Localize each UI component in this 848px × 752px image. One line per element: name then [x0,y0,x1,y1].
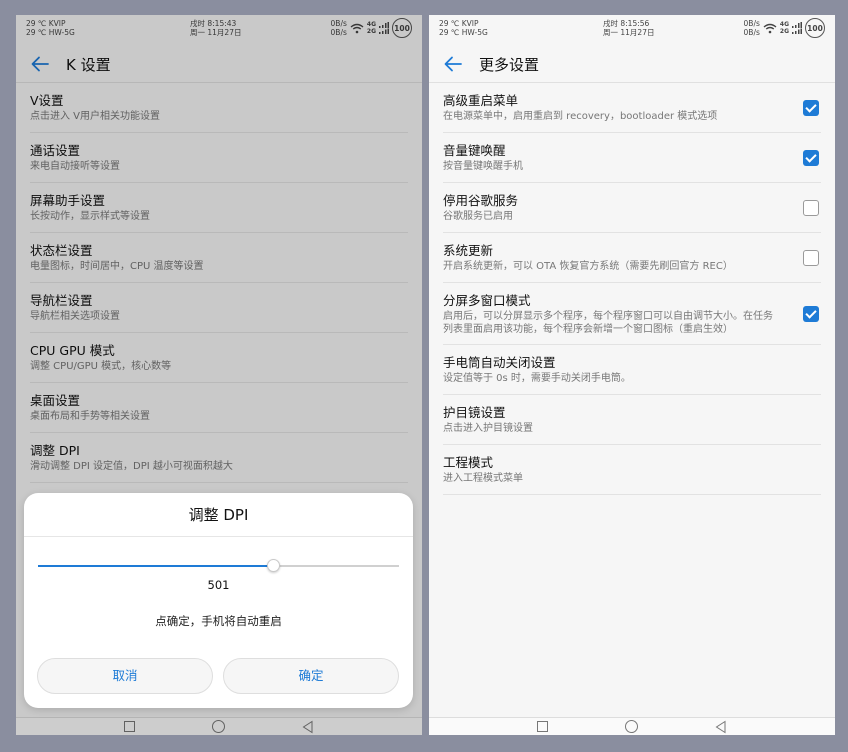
setting-disable-google[interactable]: 停用谷歌服务 谷歌服务已启用 [443,183,821,233]
dpi-value: 501 [207,578,230,592]
cancel-button[interactable]: 取消 [37,658,213,694]
setting-flashlight-autooff[interactable]: 手电筒自动关闭设置 设定值等于 0s 时，需要手动关闭手电筒。 [443,345,821,395]
net-speed-down: 0B/s [743,28,760,37]
net-speed-up: 0B/s [743,19,760,28]
nav-recents-icon[interactable] [537,721,548,732]
status-left: 29 ℃ KVIP 29 ℃ HW-5G [439,19,488,37]
signal-icon [792,22,802,34]
right-phone-screen: 29 ℃ KVIP 29 ℃ HW-5G 戌时 8:15:56 周一 11月27… [429,15,835,735]
item-title: 护目镜设置 [443,405,506,420]
status-time: 戌时 8:15:56 [603,19,650,28]
item-subtitle: 设定值等于 0s 时，需要手动关闭手电筒。 [443,373,631,384]
item-title: 分屏多窗口模式 [443,293,531,308]
item-subtitle: 点击进入护目镜设置 [443,423,533,434]
item-title: 停用谷歌服务 [443,193,519,208]
battery-icon: 100 [805,18,825,38]
setting-volume-wake[interactable]: 音量键唤醒 按音量键唤醒手机 [443,133,821,183]
dpi-dialog: 调整 DPI 501 点确定，手机将自动重启 取消 确定 [24,493,413,708]
status-date: 周一 11月27日 [603,28,655,37]
item-title: 高级重启菜单 [443,93,519,108]
item-title: 系统更新 [443,243,494,258]
checkbox-unchecked-icon[interactable] [803,199,819,216]
setting-engineering-mode[interactable]: 工程模式 进入工程模式菜单 [443,445,821,495]
setting-system-update[interactable]: 系统更新 开启系统更新，可以 OTA 恢复官方系统（需要先刷回官方 REC） [443,233,821,283]
status-temp-1: 29 ℃ KVIP [439,19,479,28]
item-subtitle: 按音量键唤醒手机 [443,161,523,172]
setting-multi-window[interactable]: 分屏多窗口模式 启用后，可以分屏显示多个程序，每个程序窗口可以自由调节大小。在任… [443,283,821,345]
back-arrow-icon[interactable] [443,54,463,74]
page-title: 更多设置 [479,56,540,74]
signal-label-2: 2G [779,28,789,35]
item-title: 手电筒自动关闭设置 [443,355,556,370]
left-phone-screen: 29 ℃ KVIP 29 ℃ HW-5G 戌时 8:15:43 周一 11月27… [16,15,422,735]
item-subtitle: 在电源菜单中，启用重启到 recovery，bootloader 模式选项 [443,111,718,122]
status-clock: 戌时 8:15:56 周一 11月27日 [603,19,654,37]
setting-eye-protection[interactable]: 护目镜设置 点击进入护目镜设置 [443,395,821,445]
net-speed: 0B/s 0B/s [744,19,760,37]
item-subtitle: 开启系统更新，可以 OTA 恢复官方系统（需要先刷回官方 REC） [443,261,733,272]
slider-fill [38,565,273,567]
setting-advanced-reboot[interactable]: 高级重启菜单 在电源菜单中，启用重启到 recovery，bootloader … [443,83,821,133]
confirm-button[interactable]: 确定 [223,658,399,694]
title-bar: 更多设置 [429,45,835,83]
item-subtitle: 谷歌服务已启用 [443,211,513,222]
signal-labels: 4G 2G [780,21,789,35]
dpi-slider[interactable] [38,559,399,573]
status-right: 0B/s 0B/s 4G 2G 100 [744,18,825,38]
item-subtitle: 进入工程模式菜单 [443,473,523,484]
more-settings-list: 高级重启菜单 在电源菜单中，启用重启到 recovery，bootloader … [429,83,835,495]
status-temp-2: 29 ℃ HW-5G [439,28,488,37]
dialog-message: 点确定，手机将自动重启 [155,614,282,628]
checkbox-unchecked-icon[interactable] [803,249,819,266]
wifi-icon [763,23,777,33]
status-bar: 29 ℃ KVIP 29 ℃ HW-5G 戌时 8:15:56 周一 11月27… [429,15,835,45]
nav-home-icon[interactable] [625,720,638,733]
dialog-title: 调整 DPI [24,493,413,537]
nav-back-icon[interactable] [714,720,728,734]
navigation-bar [429,717,835,735]
item-title: 音量键唤醒 [443,143,506,158]
item-subtitle: 启用后，可以分屏显示多个程序，每个程序窗口可以自由调节大小。在任务列表里面启用该… [443,311,773,335]
signal-label-1: 4G [779,21,789,28]
checkbox-checked-icon[interactable] [803,305,819,322]
checkbox-checked-icon[interactable] [803,99,819,116]
item-title: 工程模式 [443,455,494,470]
checkbox-checked-icon[interactable] [803,149,819,166]
slider-thumb[interactable] [266,559,280,572]
